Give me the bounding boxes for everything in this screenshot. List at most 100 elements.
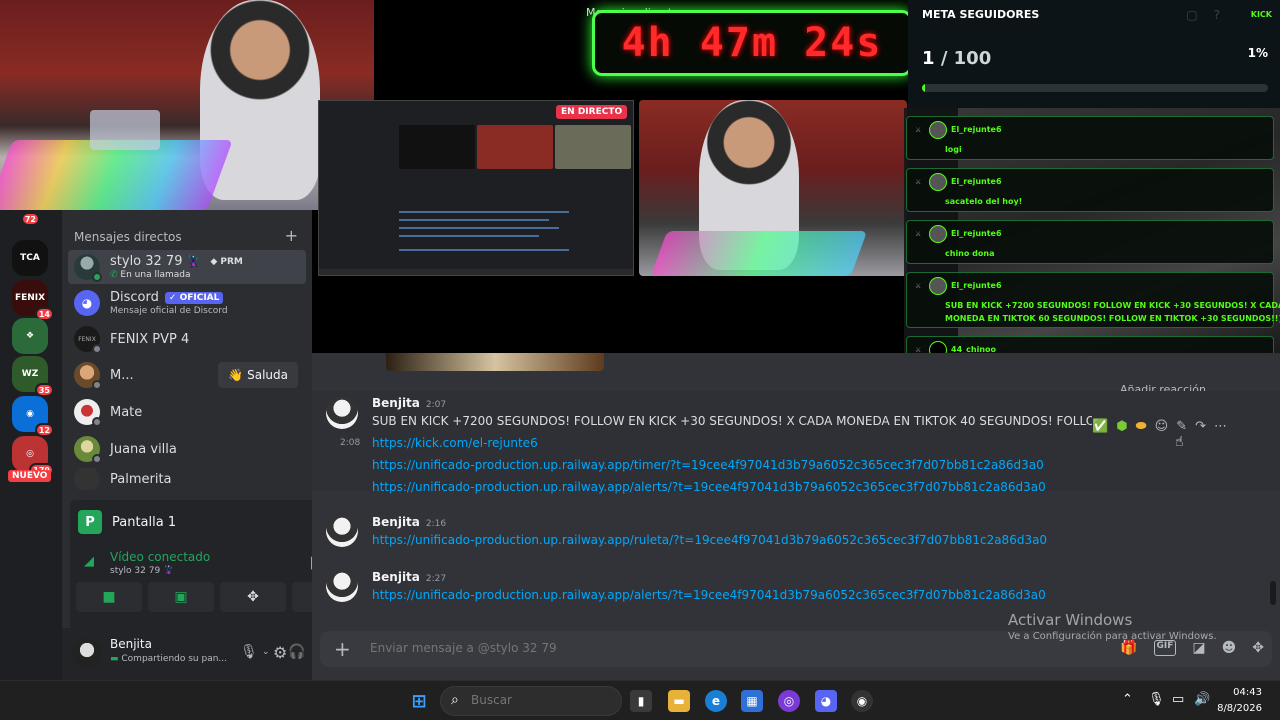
edit-icon[interactable]: ✎ bbox=[1176, 419, 1187, 434]
sticker-icon[interactable]: ◪ bbox=[1192, 640, 1205, 656]
gift-icon[interactable]: 🎁 bbox=[1120, 640, 1137, 656]
avatar[interactable] bbox=[326, 570, 358, 602]
apps-icon[interactable]: ✥ bbox=[1252, 640, 1264, 656]
store-icon[interactable]: ▦ bbox=[741, 690, 763, 712]
kick-message-text: MONEDA EN TIKTOK 60 SEGUNDOS! FOLLOW EN … bbox=[945, 314, 1280, 323]
goal-progress-fill bbox=[922, 84, 926, 92]
message-link[interactable]: https://unificado-production.up.railway.… bbox=[372, 480, 1046, 494]
dm-sidebar: Mensajes directos + stylo 32 79 🦹 ◆ PRM ✆… bbox=[62, 210, 360, 680]
chevron-up-icon[interactable]: ⌃ bbox=[1122, 692, 1133, 707]
mod-icon: ⚔ bbox=[915, 126, 922, 134]
avatar bbox=[74, 362, 102, 390]
reaction-icon[interactable]: ⬬ bbox=[1136, 419, 1147, 434]
gif-icon[interactable]: GIF bbox=[1153, 640, 1177, 656]
keyboard-rgb bbox=[0, 140, 233, 210]
voice-status-text[interactable]: Vídeo conectado bbox=[110, 550, 210, 564]
activities-icon: ✥ bbox=[247, 589, 259, 605]
avatar[interactable] bbox=[72, 638, 102, 668]
dm-item-juana[interactable]: Juana villa bbox=[68, 432, 306, 466]
dm-item-mate[interactable]: Mate bbox=[68, 395, 306, 429]
server-icon[interactable]: ◉ 12 bbox=[12, 396, 54, 437]
message-link[interactable]: https://unificado-production.up.railway.… bbox=[372, 458, 1044, 472]
server-icon[interactable]: TCA bbox=[12, 240, 48, 276]
message-author[interactable]: Benjita 2:16 bbox=[372, 515, 446, 529]
dm-item-stylo[interactable]: stylo 32 79 🦹 ◆ PRM ✆ En una llamada bbox=[68, 250, 306, 284]
dm-status: ✆ En una llamada bbox=[110, 270, 191, 280]
server-icon[interactable]: ❖ bbox=[12, 318, 48, 354]
server-icon[interactable]: FENIX 14 bbox=[12, 280, 54, 321]
goal-count: 1 / 100 bbox=[922, 48, 992, 69]
live-badge: EN DIRECTO bbox=[556, 105, 628, 119]
wave-button[interactable]: 👋 Saluda bbox=[218, 362, 298, 388]
message-author[interactable]: Benjita 2:27 bbox=[372, 570, 446, 584]
more-icon[interactable]: ⋯ bbox=[1214, 419, 1227, 434]
settings-gear-icon[interactable]: ⚙ bbox=[273, 643, 287, 662]
message-link[interactable]: https://unificado-production.up.railway.… bbox=[372, 588, 1046, 602]
windows-activation-watermark: Activar Windows Ve a Configuración para … bbox=[1008, 611, 1217, 642]
kick-chat-message: ⚔ El_rejunte6 chino dona bbox=[906, 220, 1274, 264]
message-author[interactable]: Benjita 2:07 bbox=[372, 396, 446, 410]
message-link[interactable]: https://unificado-production.up.railway.… bbox=[372, 533, 1047, 547]
network-icon[interactable]: ▭ bbox=[1172, 692, 1184, 707]
search-input[interactable] bbox=[471, 693, 611, 707]
goal-progress-bar bbox=[922, 84, 1268, 92]
windows-start-icon[interactable]: ⊞ bbox=[408, 690, 430, 712]
file-explorer-icon[interactable]: ▬ bbox=[668, 690, 690, 712]
kick-message-text: SUB EN KICK +7200 SEGUNDOS! FOLLOW EN KI… bbox=[945, 301, 1280, 310]
avatar[interactable] bbox=[326, 515, 358, 547]
kick-chat-message: ⚔ 44_chinoo holo bbox=[906, 336, 1274, 353]
check-reaction-icon[interactable]: ✅ bbox=[1092, 419, 1108, 434]
screen-share-preview[interactable] bbox=[318, 100, 634, 276]
microphone-icon[interactable]: 🎙 bbox=[240, 644, 258, 660]
signal-icon: ◢ bbox=[84, 554, 94, 569]
new-dm-button[interactable]: + bbox=[285, 226, 298, 245]
mod-icon: ⚔ bbox=[915, 346, 922, 353]
dm-item-m[interactable]: M... 👋 Saluda bbox=[68, 358, 306, 392]
mod-icon: ⚔ bbox=[915, 178, 922, 186]
share-screen-button[interactable]: ▣ bbox=[148, 582, 214, 612]
obs-icon[interactable]: ◉ bbox=[851, 690, 873, 712]
avatar bbox=[929, 173, 947, 191]
image-attachment[interactable] bbox=[386, 353, 604, 371]
server-top[interactable]: 72 bbox=[12, 210, 48, 228]
reply-icon[interactable]: ↷ bbox=[1195, 419, 1206, 434]
add-reaction-icon[interactable]: ☺ bbox=[1155, 419, 1169, 434]
volume-icon[interactable]: 🔊 bbox=[1194, 692, 1210, 707]
dm-status: Mensaje oficial de Discord bbox=[110, 306, 228, 316]
server-icon[interactable]: WZ 35 bbox=[12, 356, 54, 397]
dm-name: M... bbox=[110, 367, 134, 383]
kick-username: El_rejunte6 bbox=[951, 281, 1002, 290]
message-input[interactable] bbox=[370, 641, 870, 655]
microphone-tray-icon[interactable]: 🎙 bbox=[1148, 692, 1165, 707]
message-link[interactable]: https://kick.com/el-rejunte6 bbox=[372, 436, 538, 450]
emoji-icon[interactable]: ☻ bbox=[1222, 640, 1237, 656]
dm-item-palmerita[interactable]: Palmerita bbox=[68, 468, 306, 490]
discord-taskbar-icon[interactable]: ◕ bbox=[815, 690, 837, 712]
chevron-down-icon[interactable]: ⌄ bbox=[262, 647, 270, 657]
headphones-icon[interactable]: 🎧 bbox=[288, 644, 305, 660]
edge-icon[interactable]: e bbox=[705, 690, 727, 712]
reaction-icon[interactable]: ⬢ bbox=[1116, 419, 1127, 434]
stream-timer: 4h 47m 24s bbox=[592, 10, 912, 76]
activities-button[interactable]: ✥ bbox=[220, 582, 286, 612]
system-clock[interactable]: 04:43 8/8/2026 bbox=[1217, 685, 1262, 717]
timer-value: 4h 47m 24s bbox=[621, 20, 883, 66]
attach-plus-icon[interactable]: + bbox=[334, 637, 351, 661]
avatar bbox=[74, 468, 100, 490]
scrollbar[interactable] bbox=[1270, 581, 1276, 605]
webcam-feed-secondary bbox=[639, 100, 907, 276]
dm-item-fenix[interactable]: FENIX FENIX PVP 4 bbox=[68, 322, 306, 356]
voice-channel: stylo 32 79 🦹 bbox=[110, 566, 175, 576]
task-view-icon[interactable]: ▮ bbox=[630, 690, 652, 712]
app-icon[interactable]: ◎ bbox=[778, 690, 800, 712]
kick-chat-message: ⚔ El_rejunte6 SUB EN KICK +7200 SEGUNDOS… bbox=[906, 272, 1280, 328]
camera-button[interactable]: ■ bbox=[76, 582, 142, 612]
avatar[interactable] bbox=[326, 397, 358, 429]
dm-name: Palmerita bbox=[110, 471, 172, 487]
avatar bbox=[74, 254, 102, 282]
taskbar-search[interactable]: ⌕ bbox=[440, 686, 622, 716]
server-icon[interactable]: ◎179 bbox=[12, 436, 54, 477]
avatar bbox=[929, 121, 947, 139]
kick-username: El_rejunte6 bbox=[951, 125, 1002, 134]
dm-item-discord[interactable]: ◕ Discord ✓ OFICIAL Mensaje oficial de Di… bbox=[68, 286, 306, 320]
